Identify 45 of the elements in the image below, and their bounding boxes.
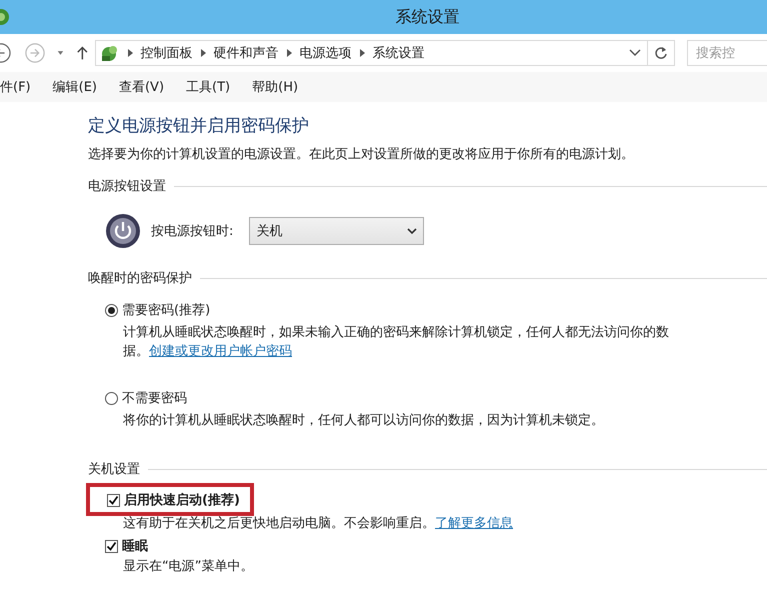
chevron-icon bbox=[360, 49, 365, 57]
menu-item[interactable]: 工具(T) bbox=[177, 78, 240, 96]
section-title: 唤醒时的密码保护 bbox=[88, 270, 192, 287]
search-field[interactable]: 搜索控 bbox=[686, 40, 767, 66]
page-description: 选择要为你的计算机设置的电源设置。在此页上对设置所做的更改将应用于你所有的电源计划。 bbox=[88, 146, 635, 163]
menu-item[interactable]: 件(F) bbox=[0, 78, 40, 96]
refresh-button[interactable] bbox=[648, 40, 675, 66]
breadcrumb[interactable]: 控制面板 bbox=[140, 44, 193, 62]
radio-button[interactable] bbox=[105, 392, 118, 404]
option-label: 不需要密码 bbox=[122, 390, 187, 407]
learn-more-link[interactable]: 了解更多信息 bbox=[435, 516, 513, 531]
radio-button[interactable] bbox=[105, 304, 118, 316]
breadcrumb[interactable]: 系统设置 bbox=[372, 44, 425, 62]
checkbox[interactable] bbox=[105, 540, 118, 552]
breadcrumb[interactable]: 电源选项 bbox=[300, 44, 352, 62]
option-label: 睡眠 bbox=[122, 538, 148, 555]
option-description: 这有助于在关机之后更快地启动电脑。不会影响重启。了解更多信息 bbox=[123, 515, 514, 533]
history-dropdown-icon[interactable] bbox=[628, 49, 641, 57]
option-description: 计算机从睡眠状态唤醒时，如果未输入正确的密码来解除计算机锁定，任何人都无法访问你的数据。创建或更改用户帐户密码 bbox=[123, 324, 670, 361]
power-icon bbox=[105, 213, 141, 249]
back-icon[interactable] bbox=[0, 42, 11, 64]
power-action-select[interactable]: 关机 bbox=[249, 217, 424, 245]
menu-item[interactable]: 编辑(E) bbox=[44, 78, 106, 96]
power-button-label: 按电源按钮时: bbox=[151, 223, 234, 240]
option-description: 显示在“电源”菜单中。 bbox=[123, 558, 254, 576]
checkbox[interactable] bbox=[107, 494, 120, 506]
option-description: 将你的计算机从睡眠状态唤醒时，任何人都可以访问你的数据，因为计算机未锁定。 bbox=[123, 412, 605, 430]
chevron-icon bbox=[200, 49, 206, 57]
option-label: 需要密码(推荐) bbox=[122, 302, 210, 319]
chevron-icon bbox=[128, 49, 133, 57]
up-icon[interactable] bbox=[76, 45, 89, 61]
menu-item[interactable]: 帮助(H) bbox=[243, 78, 308, 96]
section-title: 电源按钮设置 bbox=[88, 178, 166, 195]
control-panel-icon bbox=[100, 44, 120, 62]
account-password-link[interactable]: 创建或更改用户帐户密码 bbox=[149, 344, 292, 359]
breadcrumb[interactable]: 硬件和声音 bbox=[214, 44, 279, 62]
section-title: 关机设置 bbox=[88, 461, 140, 478]
chevron-icon bbox=[286, 49, 292, 57]
page-heading: 定义电源按钮并启用密码保护 bbox=[88, 115, 310, 137]
option-label: 启用快速启动(推荐) bbox=[124, 492, 240, 509]
caret-icon bbox=[407, 228, 418, 234]
address-bar[interactable]: 控制面板 硬件和声音 电源选项 系统设置 bbox=[94, 40, 648, 66]
refresh-icon bbox=[654, 46, 668, 60]
menu-item[interactable]: 查看(V) bbox=[110, 78, 174, 96]
window-title: 系统设置 bbox=[394, 6, 460, 28]
